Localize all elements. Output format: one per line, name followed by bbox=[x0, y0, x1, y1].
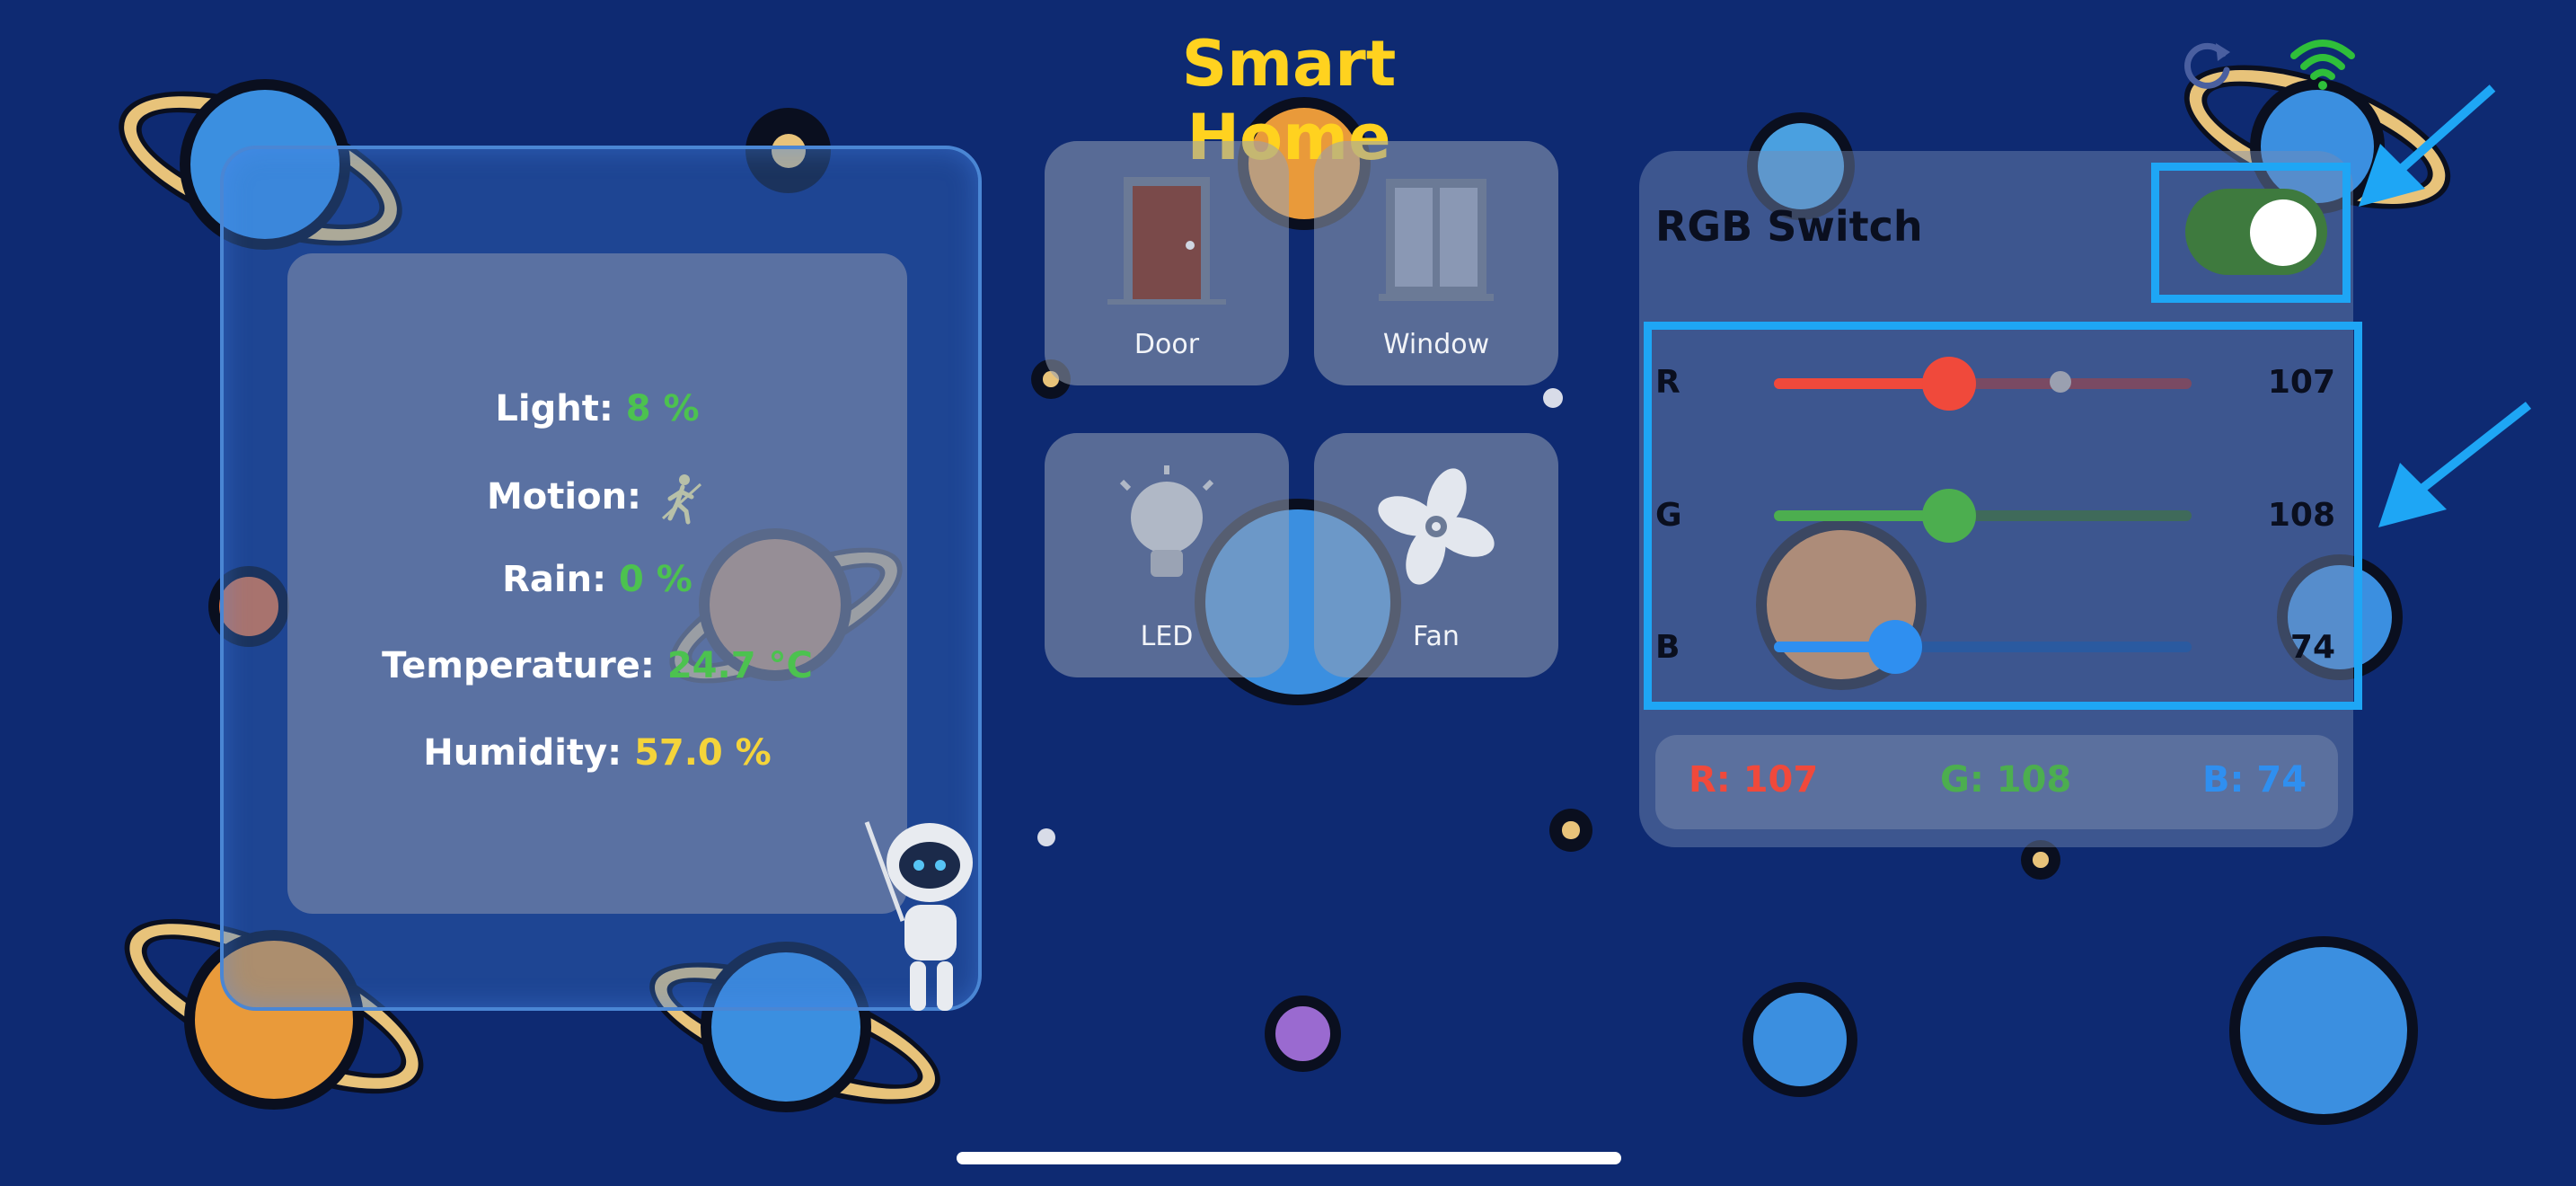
light-label: Light: bbox=[495, 388, 613, 429]
rain-reading: Rain: 0 % bbox=[287, 559, 907, 600]
fan-icon bbox=[1378, 468, 1495, 585]
blue-channel-label: B bbox=[1655, 629, 1681, 666]
rgb-switch-title: RGB Switch bbox=[1655, 202, 1923, 251]
temperature-label: Temperature: bbox=[382, 645, 655, 686]
green-readout: G: 108 bbox=[1940, 759, 2072, 801]
window-icon bbox=[1379, 179, 1494, 301]
door-icon bbox=[1107, 177, 1226, 305]
red-channel-value: 107 bbox=[2267, 364, 2335, 401]
blue-slider-thumb[interactable] bbox=[1867, 620, 1922, 674]
temperature-reading: Temperature: 24.7 °C bbox=[287, 645, 907, 686]
arrow-to-toggle-icon bbox=[2359, 84, 2496, 207]
robot-mascot-icon bbox=[864, 821, 973, 1011]
humidity-label: Humidity: bbox=[423, 732, 622, 774]
temperature-value: 24.7 °C bbox=[666, 645, 813, 686]
fan-tile[interactable]: Fan bbox=[1314, 433, 1558, 677]
window-label: Window bbox=[1382, 329, 1490, 360]
led-label: LED bbox=[1140, 621, 1194, 652]
wifi-icon bbox=[2290, 40, 2355, 90]
door-label: Door bbox=[1134, 329, 1200, 360]
green-channel-value: 108 bbox=[2267, 497, 2335, 534]
red-slider-marker bbox=[2050, 371, 2071, 393]
rain-label: Rain: bbox=[502, 559, 607, 600]
light-reading: Light: 8 % bbox=[287, 388, 907, 429]
blue-readout: B: 74 bbox=[2202, 759, 2307, 801]
motion-label: Motion: bbox=[486, 476, 642, 518]
humidity-value: 57.0 % bbox=[634, 732, 772, 774]
door-tile[interactable]: Door bbox=[1045, 141, 1289, 385]
refresh-icon[interactable] bbox=[2178, 36, 2236, 93]
red-slider-thumb[interactable] bbox=[1922, 357, 1977, 411]
walking-person-icon bbox=[661, 474, 702, 525]
rain-value: 0 % bbox=[619, 559, 693, 600]
home-indicator[interactable] bbox=[957, 1152, 1621, 1164]
light-value: 8 % bbox=[625, 388, 700, 429]
humidity-reading: Humidity: 57.0 % bbox=[287, 732, 907, 774]
red-channel-label: R bbox=[1655, 364, 1681, 401]
bulb-icon bbox=[1119, 465, 1214, 577]
fan-label: Fan bbox=[1413, 621, 1460, 652]
arrow-to-sliders-icon bbox=[2378, 402, 2532, 527]
blue-channel-value: 74 bbox=[2289, 629, 2335, 666]
rgb-switch-knob[interactable] bbox=[2250, 199, 2316, 266]
green-slider-thumb[interactable] bbox=[1922, 489, 1977, 543]
motion-reading: Motion: bbox=[287, 472, 907, 526]
green-channel-label: G bbox=[1655, 497, 1682, 534]
window-tile[interactable]: Window bbox=[1314, 141, 1558, 385]
led-tile[interactable]: LED bbox=[1045, 433, 1289, 677]
red-readout: R: 107 bbox=[1689, 759, 1819, 801]
